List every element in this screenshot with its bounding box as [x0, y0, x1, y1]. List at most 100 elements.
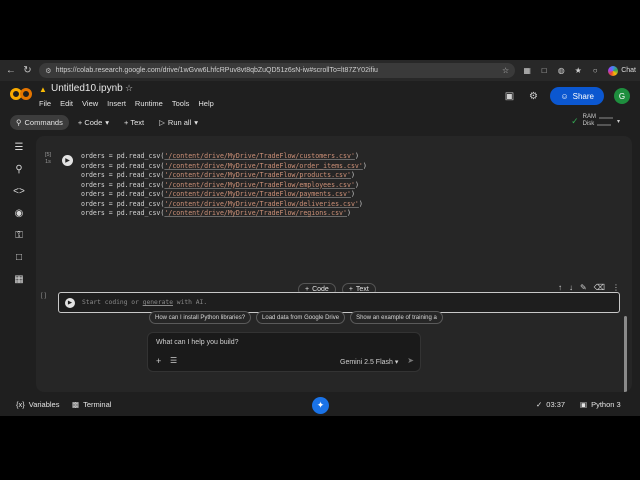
site-info-icon[interactable]: ⚙ — [45, 67, 51, 75]
tab-groups-icon[interactable]: □ — [538, 65, 550, 77]
profile-icon[interactable]: ○ — [589, 65, 601, 77]
model-selector[interactable]: Gemini 2.5 Flash ▾ — [340, 358, 398, 366]
colab-header: ▲ Untitled10.ipynb ☆ File Edit View Inse… — [0, 81, 640, 111]
secrets-key-icon[interactable]: ⚿ — [12, 228, 26, 242]
code-line: orders = pd.read_csv('/content/drive/MyD… — [81, 190, 355, 198]
gemini-sparkle-icon[interactable]: ✦ — [312, 397, 329, 414]
move-down-icon[interactable]: ↓ — [569, 283, 573, 292]
code-snippets-icon[interactable]: <> — [12, 184, 26, 198]
avatar[interactable]: G — [614, 88, 630, 104]
exec-time-label: 1s — [45, 159, 51, 165]
suggestion-chip[interactable]: Show an example of training a — [350, 311, 443, 324]
share-label: Share — [572, 91, 594, 101]
table-of-contents-icon[interactable]: ☰ — [12, 140, 26, 154]
add-code-button[interactable]: + Code ▾ — [72, 115, 115, 130]
run-cell-icon[interactable]: ▶ — [65, 298, 75, 308]
add-attachment-icon[interactable]: + — [156, 356, 161, 366]
copilot-icon[interactable]: ◍ — [555, 65, 567, 77]
exec-count-label: [5] — [44, 152, 52, 158]
disk-label: Disk — [582, 121, 595, 127]
address-bar[interactable]: ⚙ https://colab.research.google.com/driv… — [39, 63, 516, 78]
kernel-status[interactable]: ▣ Python 3 — [580, 400, 621, 409]
execution-count: [5] 1s — [41, 152, 55, 166]
people-icon: ☺ — [560, 91, 569, 101]
resource-indicator[interactable]: ✓ RAM Disk ▾ — [571, 114, 620, 128]
kernel-icon: ▣ — [580, 400, 588, 409]
extensions-icon[interactable]: ▦ — [521, 65, 533, 77]
terminal-icon: ▩ — [72, 400, 80, 409]
url-text: https://colab.research.google.com/drive/… — [55, 67, 378, 74]
edit-pencil-icon[interactable]: ✎ — [580, 283, 587, 292]
menu-edit[interactable]: Edit — [60, 99, 73, 108]
code-cell[interactable]: [5] 1s ▶ orders = pd.read_csv('/content/… — [36, 148, 632, 224]
connected-check-icon: ✓ — [571, 115, 579, 126]
comments-icon[interactable]: ▣ — [502, 89, 516, 103]
suggestion-chip[interactable]: Load data from Google Drive — [256, 311, 346, 324]
terminal-label: Terminal — [83, 400, 112, 409]
run-cell-icon[interactable]: ▶ — [62, 155, 73, 166]
play-icon: ▷ — [159, 117, 165, 127]
files-folder-icon[interactable]: □ — [12, 250, 26, 264]
colab-logo-icon[interactable] — [10, 88, 32, 100]
chat-button[interactable]: Chat — [608, 65, 636, 76]
bookmark-star-icon[interactable]: ☆ — [502, 66, 509, 75]
commands-button[interactable]: ⚲ Commands — [10, 114, 69, 130]
tune-settings-icon[interactable]: ☰ — [170, 356, 177, 365]
menu-tools[interactable]: Tools — [172, 99, 190, 108]
code-line: orders = pd.read_csv('/content/drive/MyD… — [81, 152, 359, 160]
cell-placeholder[interactable]: Start coding or generate with AI. — [82, 299, 207, 306]
execution-status[interactable]: ✓ 03:37 — [536, 400, 565, 409]
suggestion-chip[interactable]: How can I install Python libraries? — [149, 311, 252, 324]
menu-bar: File Edit View Insert Runtime Tools Help — [39, 99, 214, 108]
variables-icon: {x} — [16, 400, 25, 409]
reload-icon[interactable]: ↻ — [21, 64, 35, 78]
add-text-button[interactable]: + Text — [118, 115, 150, 130]
browser-window: ← ↻ ⚙ https://colab.research.google.com/… — [0, 60, 640, 416]
code-editor[interactable]: orders = pd.read_csv('/content/drive/MyD… — [81, 152, 367, 219]
code-line: orders = pd.read_csv('/content/drive/MyD… — [81, 209, 351, 217]
ram-bar — [598, 116, 613, 119]
find-replace-icon[interactable]: ⚲ — [12, 162, 26, 176]
send-icon[interactable]: ➤ — [407, 356, 414, 365]
code-line: orders = pd.read_csv('/content/drive/MyD… — [81, 180, 359, 189]
ai-prompt-input[interactable]: What can I help you build? — [156, 339, 239, 346]
search-icon: ⚲ — [16, 117, 22, 127]
run-all-button[interactable]: ▷ Run all ▾ — [153, 115, 204, 130]
ai-suggestions: How can I install Python libraries? Load… — [149, 311, 443, 324]
data-table-icon[interactable]: ▦ — [12, 272, 26, 286]
favorites-icon[interactable]: ★ — [572, 65, 584, 77]
cell-toolbar: ↑ ↓ ✎ ⌫ ⋮ — [558, 283, 620, 292]
chevron-down-icon: ▾ — [394, 359, 399, 366]
more-options-icon[interactable]: ⋮ — [612, 283, 620, 292]
menu-help[interactable]: Help — [198, 99, 213, 108]
status-bar: {x} Variables ▩ Terminal ✦ ✓ 03:37 ▣ Pyt… — [0, 396, 640, 416]
scrollbar[interactable] — [624, 316, 627, 392]
empty-code-cell[interactable]: ▶ Start coding or generate with AI. — [58, 292, 620, 313]
chevron-down-icon: ▾ — [105, 117, 110, 127]
menu-insert[interactable]: Insert — [107, 99, 126, 108]
notebook-title[interactable]: Untitled10.ipynb — [51, 83, 123, 94]
code-line: orders = pd.read_csv('/content/drive/MyD… — [81, 199, 363, 208]
chat-icon — [608, 65, 619, 76]
empty-cell-exec-count: [ ] — [41, 293, 47, 299]
add-code-label: + Code — [77, 117, 103, 127]
share-button[interactable]: ☺ Share — [550, 87, 604, 105]
move-up-icon[interactable]: ↑ — [558, 283, 562, 292]
kernel-label: Python 3 — [591, 400, 621, 409]
ai-prompt-box[interactable]: What can I help you build? + ☰ Gemini 2.… — [147, 332, 421, 372]
settings-gear-icon[interactable]: ⚙ — [526, 89, 540, 103]
generate-link[interactable]: generate — [143, 299, 173, 306]
variables-button[interactable]: {x} Variables — [16, 400, 59, 409]
commands-label: Commands — [24, 117, 63, 127]
terminal-button[interactable]: ▩ Terminal — [72, 400, 111, 409]
run-all-label: Run all — [167, 117, 192, 127]
menu-file[interactable]: File — [39, 99, 51, 108]
variables-eye-icon[interactable]: ◉ — [12, 206, 26, 220]
menu-runtime[interactable]: Runtime — [135, 99, 163, 108]
star-icon[interactable]: ☆ — [125, 83, 133, 94]
back-icon[interactable]: ← — [4, 64, 18, 78]
chevron-down-icon[interactable]: ▾ — [617, 118, 620, 125]
delete-icon[interactable]: ⌫ — [594, 283, 605, 292]
chat-label: Chat — [621, 67, 636, 74]
menu-view[interactable]: View — [82, 99, 98, 108]
